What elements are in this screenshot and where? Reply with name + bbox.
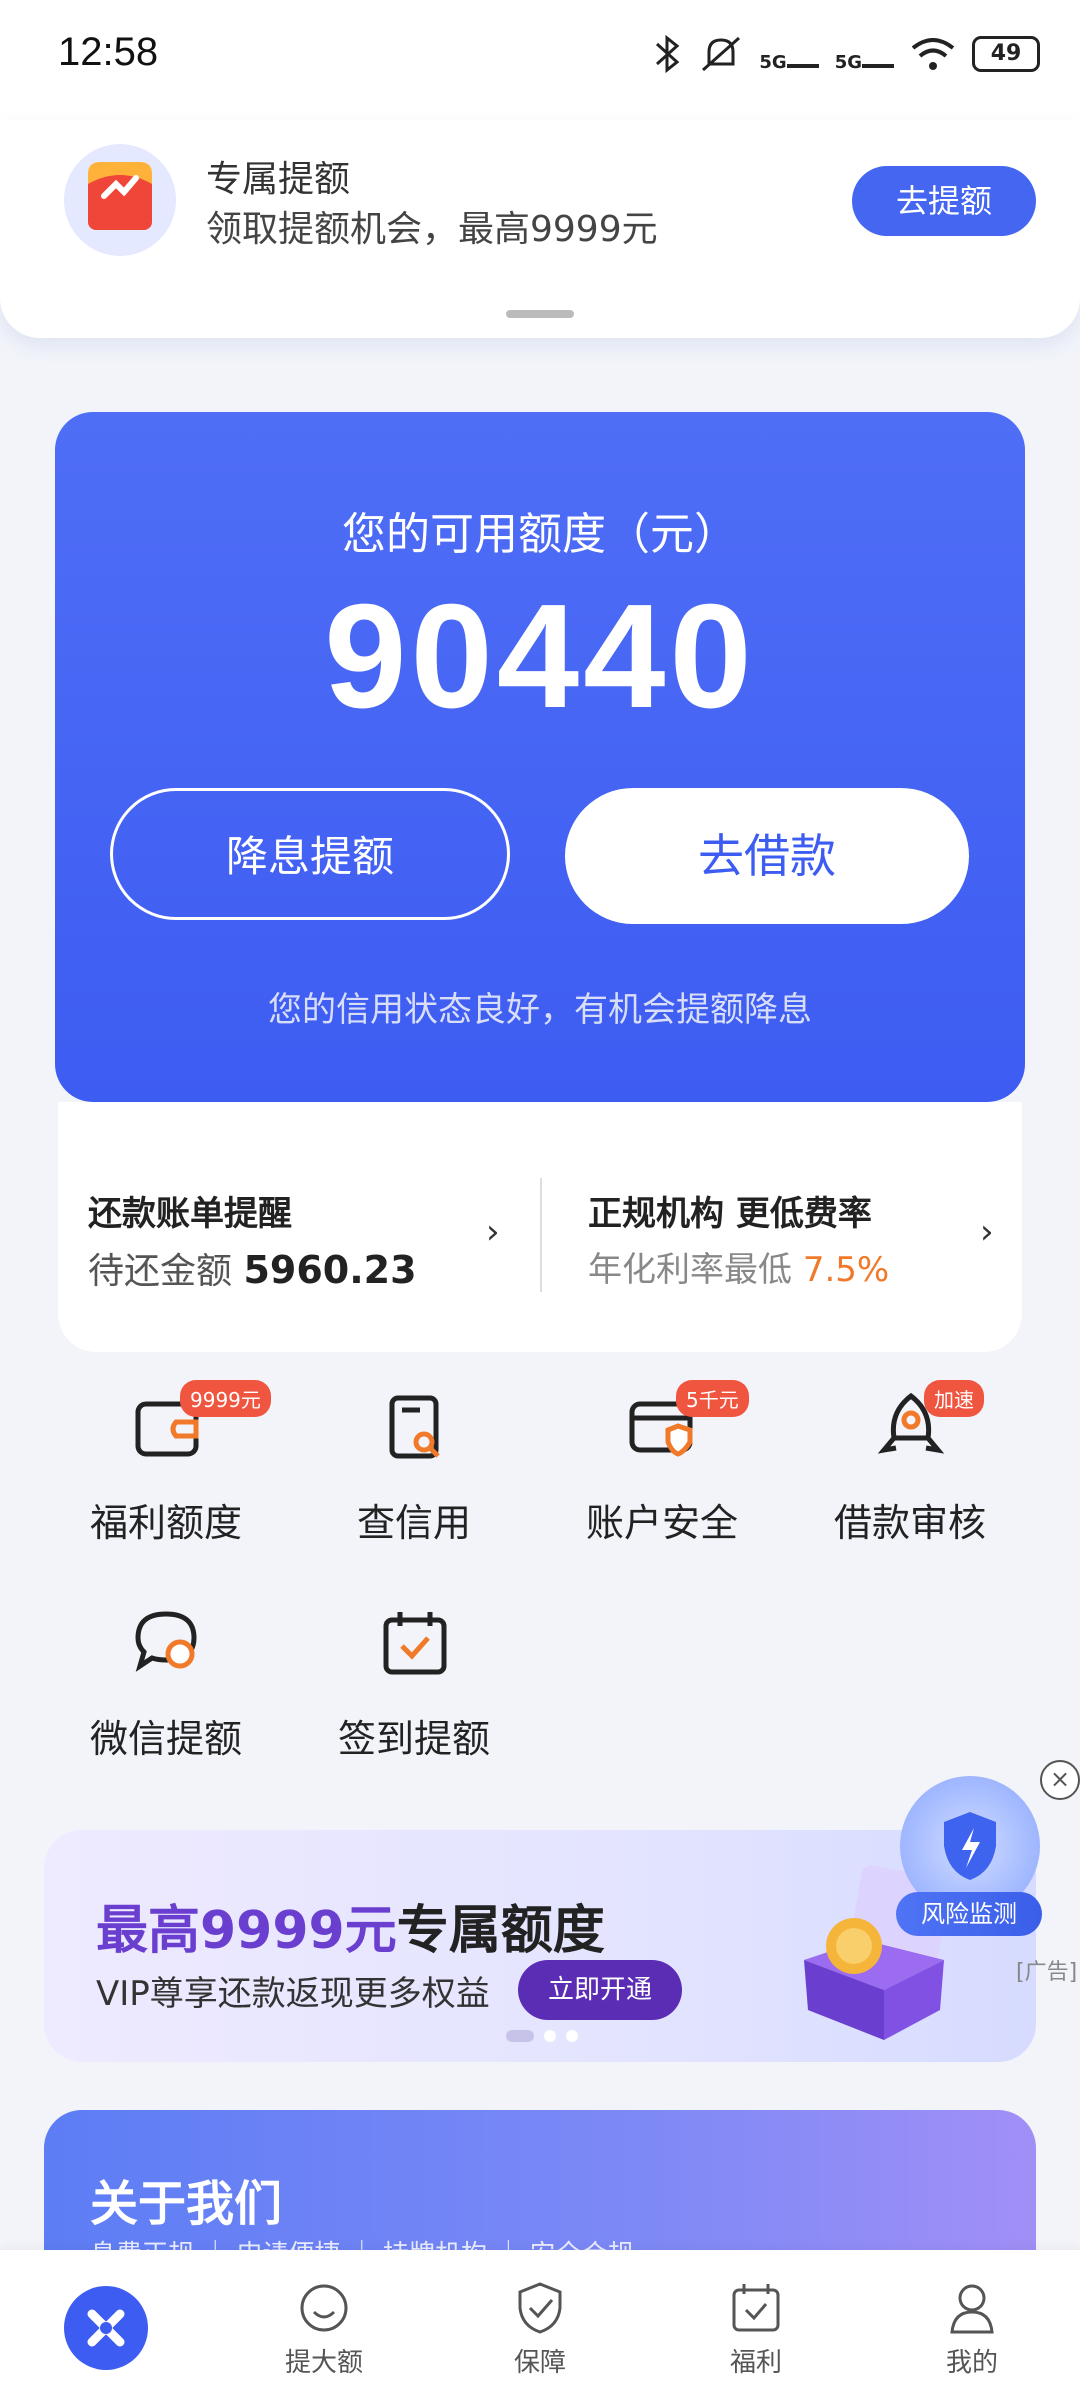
repayment-amount: 5960.23 xyxy=(243,1248,417,1292)
home-logo-icon xyxy=(87,2309,125,2347)
notification-subtitle: 领取提额机会，最高9999元 xyxy=(206,209,658,250)
promo-subtitle: VIP尊享还款返现更多权益 xyxy=(96,1974,490,2014)
feature-checkin-raise[interactable]: 签到提额 xyxy=(314,1608,514,1778)
drag-handle[interactable] xyxy=(506,310,574,318)
feature-label: 查信用 xyxy=(356,1501,471,1545)
bottom-nav: 提大额 保障 福利 我的 xyxy=(0,2250,1080,2400)
signal-5g-icon: 5G xyxy=(835,36,894,73)
repayment-amount-row: 待还金额 5960.23 xyxy=(88,1248,417,1292)
shield-check-icon xyxy=(518,2282,562,2334)
repayment-title: 还款账单提醒 xyxy=(88,1194,292,1234)
notification-title: 专属提额 xyxy=(206,159,351,200)
clock: 12:58 xyxy=(58,30,159,74)
raise-limit-button[interactable]: 去提额 xyxy=(852,166,1036,236)
carousel-dot[interactable] xyxy=(506,2030,534,2042)
carousel-dot[interactable] xyxy=(566,2030,578,2042)
nav-home-button[interactable] xyxy=(64,2286,148,2370)
calendar-check-icon xyxy=(383,1612,447,1675)
feature-label: 账户安全 xyxy=(585,1501,738,1545)
info-card: 还款账单提醒 待还金额 5960.23 › 正规机构 更低费率 年化利率最低 7… xyxy=(58,1102,1022,1352)
nav-label: 保障 xyxy=(513,2348,566,2378)
feature-check-credit[interactable]: 查信用 xyxy=(314,1392,514,1562)
low-rate-row: 年化利率最低 7.5% xyxy=(588,1250,890,1290)
calendar-check-icon xyxy=(732,2284,780,2332)
risk-monitor-label[interactable]: 风险监测 xyxy=(896,1892,1042,1936)
feature-loan-review[interactable]: 加速 借款审核 xyxy=(810,1380,1010,1562)
feature-label: 借款审核 xyxy=(833,1501,986,1545)
nav-item-welfare[interactable]: 福利 xyxy=(686,2280,826,2379)
quota-amount: 90440 xyxy=(324,574,756,739)
nav-item-mine[interactable]: 我的 xyxy=(902,2280,1042,2379)
signal-5g-icon: 5G xyxy=(759,36,819,73)
chevron-right-icon: › xyxy=(980,1212,994,1252)
feature-label: 微信提额 xyxy=(89,1717,242,1761)
nav-item-protection[interactable]: 保障 xyxy=(470,2280,610,2379)
bluetooth-icon xyxy=(656,34,680,74)
nav-label: 我的 xyxy=(945,2348,998,2378)
feature-label: 福利额度 xyxy=(89,1501,242,1545)
nav-label: 福利 xyxy=(729,2348,782,2378)
activate-now-button[interactable]: 立即开通 xyxy=(518,1960,682,2020)
feature-label: 签到提额 xyxy=(337,1717,490,1761)
status-icons: 5G 5G 49 xyxy=(651,34,1040,74)
wifi-icon xyxy=(911,38,955,70)
credit-status-note: 您的信用状态良好，有机会提额降息 xyxy=(268,990,812,1030)
divider xyxy=(540,1178,542,1292)
red-envelope-icon xyxy=(64,144,176,256)
annual-rate: 7.5% xyxy=(802,1250,890,1290)
user-icon xyxy=(950,2284,994,2334)
nav-item-raise[interactable]: 提大额 xyxy=(254,2280,394,2379)
credit-report-icon xyxy=(389,1395,440,1459)
close-icon[interactable]: × xyxy=(1040,1760,1080,1800)
borrow-button[interactable]: 去借款 xyxy=(565,788,969,924)
ad-tag: [广告] xyxy=(1016,1960,1078,1985)
nav-label: 提大额 xyxy=(284,2348,363,2378)
low-rate-title: 正规机构 更低费率 xyxy=(588,1194,872,1234)
reduce-interest-button[interactable]: 降息提额 xyxy=(110,788,510,920)
promo-title: 最高9999元专属额度 xyxy=(96,1901,605,1961)
about-title: 关于我们 xyxy=(90,2176,283,2232)
feature-badge: 9999元 xyxy=(180,1380,271,1417)
carousel-dot[interactable] xyxy=(544,2030,556,2042)
quota-label: 您的可用额度（元） xyxy=(342,509,738,560)
feature-welfare-quota[interactable]: 9999元 福利额度 xyxy=(66,1380,271,1562)
chat-icon xyxy=(135,1611,197,1672)
feature-badge: 加速 xyxy=(924,1380,984,1417)
mute-icon xyxy=(702,36,741,72)
carousel-dots xyxy=(506,2030,578,2042)
chevron-right-icon: › xyxy=(486,1212,500,1252)
battery-icon: 49 xyxy=(972,36,1040,72)
feature-wechat-raise[interactable]: 微信提额 xyxy=(66,1608,266,1778)
status-bar: 12:58 5G 5G 49 xyxy=(0,0,1080,120)
available-quota-card: 您的可用额度（元） 90440 降息提额 去借款 您的信用状态良好，有机会提额降… xyxy=(55,412,1025,1102)
promo-notification[interactable]: 专属提额 领取提额机会，最高9999元 去提额 xyxy=(0,120,1080,338)
vip-promo-banner[interactable]: 最高9999元专属额度 VIP尊享还款返现更多权益 立即开通 xyxy=(44,1830,1036,2062)
feature-badge: 5千元 xyxy=(676,1380,749,1417)
feature-account-security[interactable]: 5千元 账户安全 xyxy=(562,1380,762,1562)
face-icon xyxy=(300,2284,348,2332)
